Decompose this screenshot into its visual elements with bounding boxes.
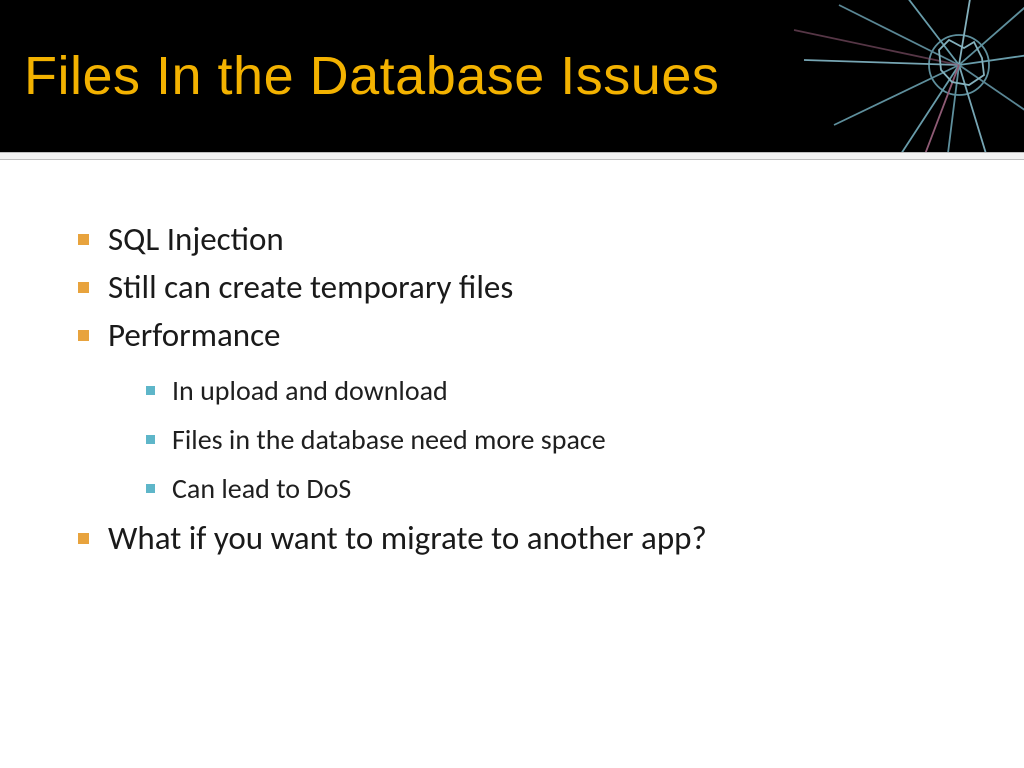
bullet-text: SQL Injection	[108, 219, 284, 259]
sub-bullet-list: In upload and download Files in the data…	[108, 366, 984, 513]
bullet-text: Can lead to DoS	[172, 471, 351, 506]
bullet-text: Performance	[108, 315, 280, 355]
list-item: Files in the database need more space	[142, 415, 984, 464]
bullet-text: In upload and download	[172, 373, 448, 408]
list-item: Can lead to DoS	[142, 464, 984, 513]
list-item: Still can create temporary files	[72, 264, 984, 312]
list-item: SQL Injection	[72, 216, 984, 264]
slide-body: SQL Injection Still can create temporary…	[0, 160, 1024, 562]
bullet-text: Files in the database need more space	[172, 422, 606, 457]
bullet-list: SQL Injection Still can create temporary…	[72, 216, 984, 562]
slide-header: Files In the Database Issues	[0, 0, 1024, 152]
list-item: In upload and download	[142, 366, 984, 415]
bullet-text: Still can create temporary files	[108, 267, 513, 307]
list-item: Performance In upload and download Files…	[72, 312, 984, 513]
header-divider	[0, 152, 1024, 160]
slide-title: Files In the Database Issues	[0, 45, 719, 107]
list-item: What if you want to migrate to another a…	[72, 515, 984, 563]
bullet-text: What if you want to migrate to another a…	[108, 518, 707, 558]
broken-glass-graphic	[744, 0, 1024, 152]
